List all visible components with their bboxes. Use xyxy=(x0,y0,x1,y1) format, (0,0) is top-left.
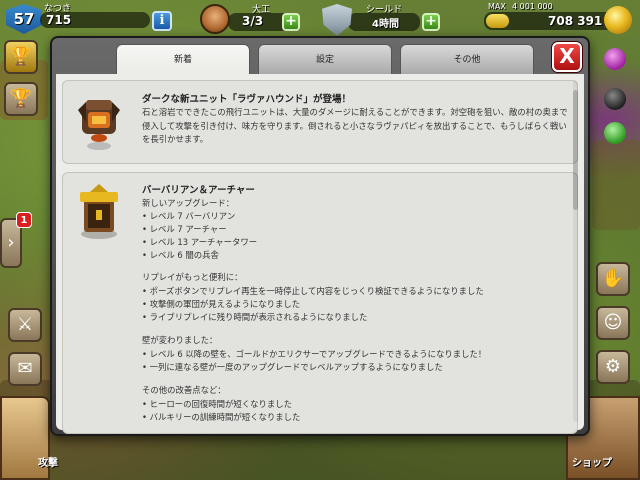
archer-tower-icon xyxy=(80,184,118,239)
notification-badge: 1 xyxy=(16,212,32,228)
elixir-drop-icon xyxy=(604,48,626,70)
settings-icon[interactable]: ⚙ xyxy=(596,350,630,384)
update-line: • バルキリーの訓練時間が短くなりました xyxy=(142,412,301,422)
news-title-lava-hound: ダークな新ユニット「ラヴァハウンド」が登場！ xyxy=(142,94,352,105)
close-button[interactable]: X xyxy=(552,42,582,72)
update-line: • レベル 13 アーチャータワー xyxy=(142,237,258,247)
social-icon[interactable]: ✋ xyxy=(596,262,630,296)
gold-max-label: MAX xyxy=(488,2,506,11)
news-card-barbarian-archer xyxy=(62,172,578,434)
shield-label: シールド xyxy=(366,5,403,15)
update-line: 壁が変わりました： xyxy=(142,335,218,345)
update-line: • ポーズボタンでリプレイ再生を一時停止して内容をじっくり検証できるようになりま… xyxy=(142,286,484,296)
buy-shield-button[interactable]: + xyxy=(422,13,440,31)
builder-value: 3/3 xyxy=(242,14,264,28)
update-line: • ライブリプレイに残り時間が表示されるようになりました xyxy=(142,312,368,322)
update-line: • ヒーローの回復時間が短くなりました xyxy=(142,399,292,409)
dark-elixir-icon xyxy=(604,88,626,110)
tab-settings[interactable]: 設定 xyxy=(258,44,392,74)
update-line: • レベル 6 闇の兵舎 xyxy=(142,250,219,260)
shield-value: 4時間 xyxy=(372,19,399,30)
builder-icon xyxy=(200,4,230,34)
xp-value: 715 xyxy=(46,13,72,27)
attack-label: 攻撃 xyxy=(38,458,58,469)
info-icon[interactable]: i xyxy=(152,11,172,31)
update-line: • レベル 6 以降の壁を、ゴールドかエリクサーでアップグレードできるようになり… xyxy=(142,349,487,359)
buy-builder-button[interactable]: + xyxy=(282,13,300,31)
update-line: • 一列に連なる壁が一度のアップグレードでレベルアップするようになりました xyxy=(142,362,443,372)
shield-icon xyxy=(322,4,352,36)
shop-label: ショップ xyxy=(572,458,612,469)
update-line: • レベル 7 バーバリアン xyxy=(142,211,236,221)
gold-coin-icon xyxy=(604,6,632,34)
clan-icon[interactable]: ☺ xyxy=(596,306,630,340)
mail-icon[interactable]: ✉ xyxy=(8,352,42,386)
level-badge[interactable]: 57 xyxy=(6,4,42,34)
tab-other[interactable]: その他 xyxy=(400,44,534,74)
top-hud: 57 なつき 715 i 大工 3/3 + シールド 4時間 + MAX 4 0… xyxy=(0,0,640,38)
gem-icon xyxy=(604,122,626,144)
update-line: • レベル 7 アーチャー xyxy=(142,224,227,234)
update-line: • 攻撃側の軍団が見えるようになりました xyxy=(142,299,301,309)
gold-max-value: 4 001 000 xyxy=(512,2,553,11)
village-building xyxy=(592,140,640,230)
gold-fill xyxy=(486,14,509,28)
tab-news[interactable]: 新着 xyxy=(116,44,250,76)
gold-value: 708 391 xyxy=(548,14,603,28)
league-icon[interactable]: 🏆 xyxy=(4,82,38,116)
trophy-icon[interactable]: 🏆 xyxy=(4,40,38,74)
update-line: リプレイがもっと便利に： xyxy=(142,272,243,282)
lava-hound-icon xyxy=(78,100,120,150)
update-line: 新しいアップグレード： xyxy=(142,198,235,208)
news-title-barbarian-archer: バーバリアン＆アーチャー xyxy=(142,185,255,196)
swords-icon[interactable]: ⚔ xyxy=(8,308,42,342)
news-body-lava-hound: 石と溶岩でできたこの飛行ユニットは、大量のダメージに耐えることができます。対空砲… xyxy=(142,107,568,144)
scrollbar-thumb[interactable] xyxy=(573,90,578,210)
update-line: その他の改善点など： xyxy=(142,385,226,395)
